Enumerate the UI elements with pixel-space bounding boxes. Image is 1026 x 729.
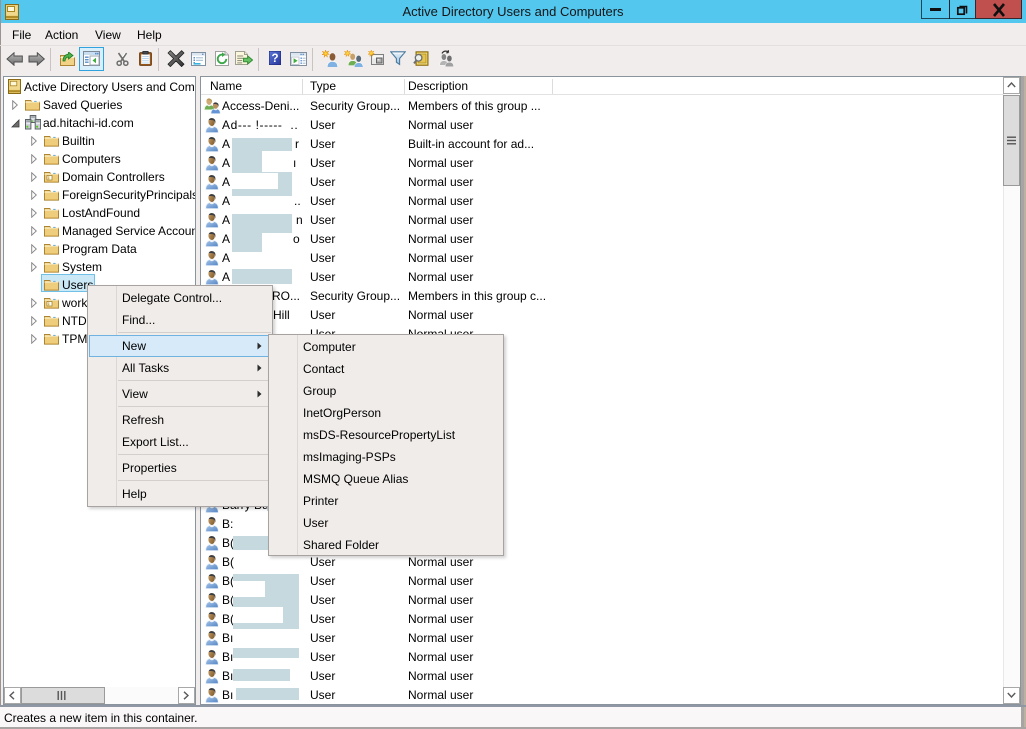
svg-text:?: ? <box>271 53 278 65</box>
